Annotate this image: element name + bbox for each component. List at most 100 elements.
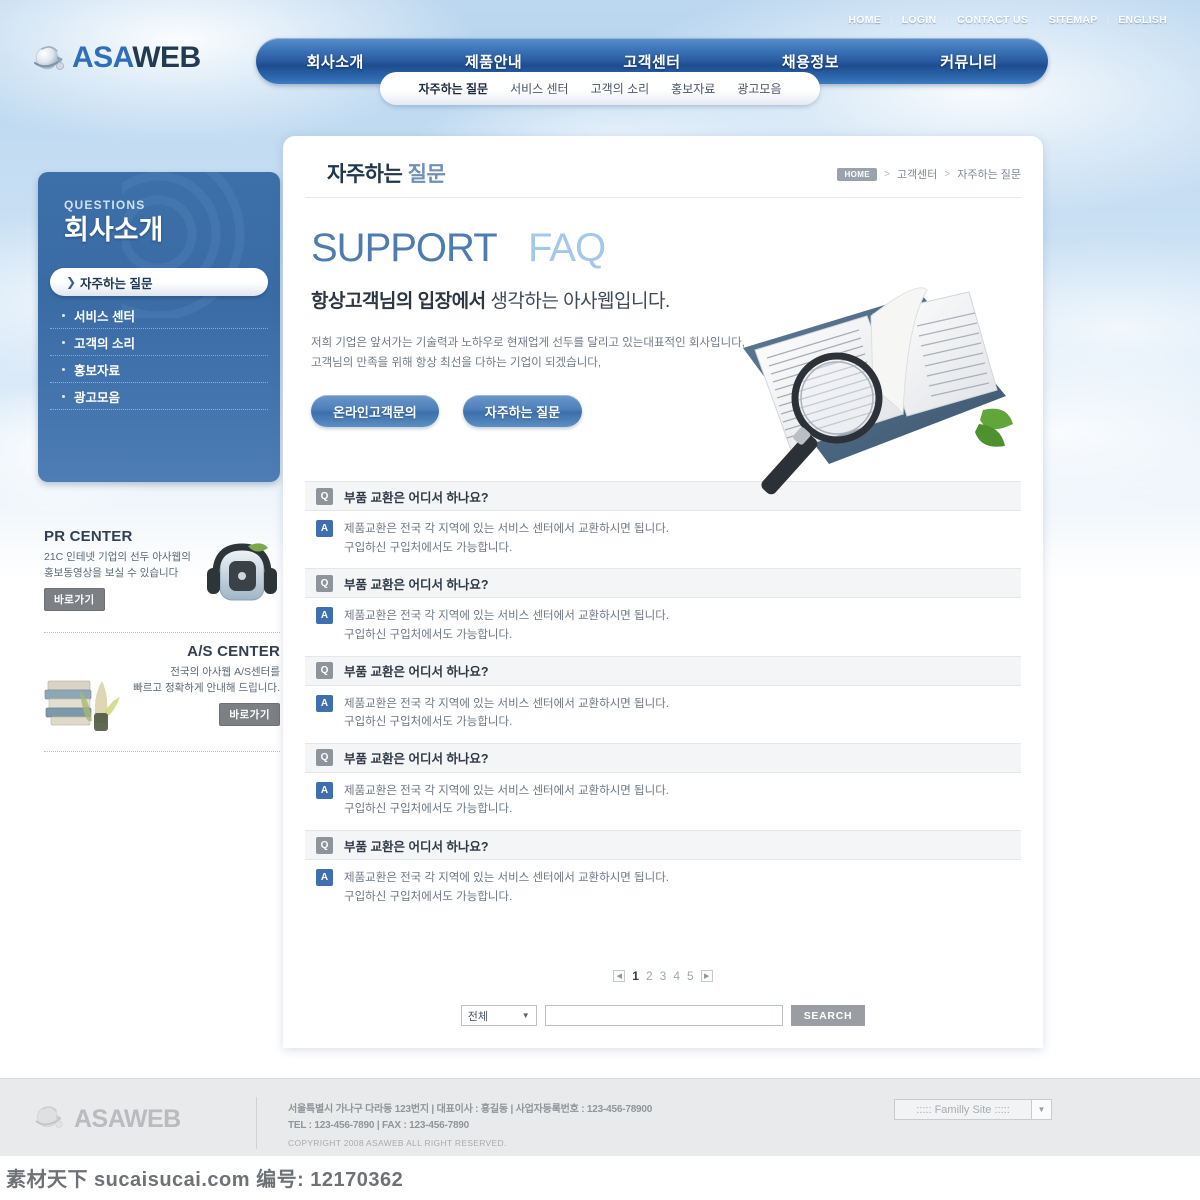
sidebar-item-pr-materials[interactable]: 홍보자료 (50, 356, 268, 384)
search-button[interactable]: SEARCH (790, 1005, 866, 1027)
sub-navigation: 자주하는 질문 서비스 센터 고객의 소리 홍보자료 광고모음 (380, 72, 820, 105)
nav-item-company[interactable]: 회사소개 (256, 51, 414, 72)
side-banner-group: PR CENTER 21C 인테넷 기업의 선두 아사웹의 홍보동영상을 보실 … (44, 528, 280, 752)
banner-goto-button[interactable]: 바로가기 (44, 587, 105, 611)
banner-desc-line2: 홍보동영상을 보실 수 있습니다 (44, 566, 179, 579)
search-bar: 전체 ▼ SEARCH (283, 1005, 1043, 1027)
sidebar-item-service-center[interactable]: 서비스 센터 (50, 302, 268, 330)
online-inquiry-button[interactable]: 온라인고객문의 (311, 395, 439, 428)
banner-pr-center[interactable]: PR CENTER 21C 인테넷 기업의 선두 아사웹의 홍보동영상을 보실 … (44, 528, 280, 624)
sidebar-item-label: 광고모음 (74, 390, 121, 405)
faq-answer-line2: 구입하신 구입처에서도 가능합니다. (344, 541, 513, 554)
chevron-down-icon: ▼ (521, 1011, 530, 1021)
utility-link-contact-us[interactable]: CONTACT US (948, 14, 1037, 26)
faq-answer-line1: 제품교환은 전국 각 지역에 있는 서비스 센터에서 교환하시면 됩니다. (344, 610, 669, 623)
utility-link-sitemap[interactable]: SITEMAP (1040, 14, 1107, 26)
faq-answer-row: A 제품교환은 전국 각 지역에 있는 서비스 센터에서 교환하시면 됩니다. … (305, 511, 1021, 568)
search-category-value: 전체 (467, 1010, 488, 1023)
hero-headline: SUPPORT FAQ (311, 228, 1043, 268)
footer-logo[interactable]: ASAWEB (32, 1099, 181, 1139)
nav-item-recruit[interactable]: 채용정보 (731, 51, 889, 72)
answer-badge: A (316, 869, 333, 886)
subnav-item-pr-materials[interactable]: 홍보자료 (671, 80, 715, 97)
bullet-icon (62, 395, 65, 399)
answer-badge: A (316, 694, 333, 712)
family-site-label: ::::: Familly Site ::::: (916, 1103, 1010, 1116)
main-content-panel: 자주하는 질문 HOME > 고객센터 > 자주하는 질문 SUPPORT FA… (283, 136, 1043, 1048)
nav-item-community[interactable]: 커뮤니티 (890, 51, 1048, 72)
books-plant-icon (44, 680, 120, 731)
footer-logo-text-asa: ASA (74, 1104, 124, 1133)
faq-button[interactable]: 자주하는 질문 (462, 395, 583, 428)
open-book-magnifier-icon (743, 287, 1013, 495)
breadcrumb-home[interactable]: HOME (837, 167, 878, 181)
pagination-page-3[interactable]: 3 (660, 969, 667, 983)
family-site-select[interactable]: ::::: Familly Site ::::: ▼ (894, 1099, 1052, 1120)
site-footer: ASAWEB 서울특별시 가나구 다라동 123번지 | 대표이사 : 홍길동 … (0, 1078, 1200, 1156)
sidebar-item-label: 고객의 소리 (74, 336, 135, 351)
faq-answer-text: 제품교환은 전국 각 지역에 있는 서비스 센터에서 교환하시면 됩니다. 구입… (344, 607, 669, 644)
utility-link-home[interactable]: HOME (839, 14, 890, 26)
bullet-icon (62, 341, 65, 345)
breadcrumb-item-2: 자주하는 질문 (957, 169, 1021, 181)
faq-question-text: 부품 교환은 어디서 하나요? (344, 665, 489, 679)
subnav-item-faq[interactable]: 자주하는 질문 (418, 80, 488, 97)
answer-badge: A (316, 520, 333, 537)
page-title-bold: 자주하는 (327, 163, 403, 186)
pagination-prev-icon[interactable]: ◀ (613, 970, 626, 983)
pagination-next-icon[interactable]: ▶ (700, 970, 713, 983)
faq-question-row[interactable]: Q 부품 교환은 어디서 하나요? (305, 742, 1021, 773)
site-logo[interactable]: ASAWEB (30, 38, 201, 78)
question-badge: Q (316, 749, 333, 767)
breadcrumb: HOME > 고객센터 > 자주하는 질문 (837, 166, 1021, 182)
utility-nav: HOME | LOGIN | CONTACT US | SITEMAP | EN… (839, 14, 1176, 26)
sidebar-item-customer-voice[interactable]: 고객의 소리 (50, 329, 268, 357)
subnav-item-service-center[interactable]: 서비스 센터 (510, 80, 569, 97)
sidebar-item-ads[interactable]: 광고모음 (50, 383, 268, 411)
footer-logo-wordmark: ASAWEB (74, 1104, 181, 1133)
footer-company-info: 서울특별시 가나구 다라동 123번지 | 대표이사 : 홍길동 | 사업자등록… (288, 1100, 652, 1148)
logo-wordmark: ASAWEB (72, 43, 201, 73)
pagination-page-4[interactable]: 4 (673, 969, 680, 983)
footer-contact: TEL : 123-456-7890 | FAX : 123-456-7890 (288, 1120, 470, 1131)
utility-link-english[interactable]: ENGLISH (1109, 14, 1176, 26)
sidebar-item-faq[interactable]: ❯ 자주하는 질문 (50, 268, 268, 297)
utility-link-login[interactable]: LOGIN (893, 14, 946, 26)
faq-question-text: 부품 교환은 어디서 하나요? (344, 577, 489, 592)
bullet-icon (62, 314, 65, 318)
pagination-page-5[interactable]: 5 (687, 969, 694, 983)
faq-question-row[interactable]: Q 부품 교환은 어디서 하나요? (305, 830, 1021, 860)
faq-answer-line2: 구입하신 구입처에서도 가능합니다. (344, 803, 513, 816)
banner-as-center[interactable]: A/S CENTER 전국의 아사웹 A/S센터를 빠르고 정확하게 안내해 드… (44, 643, 280, 739)
hero-headline-faq: FAQ (528, 226, 606, 270)
faq-answer-line2: 구입하신 구입처에서도 가능합니다. (344, 628, 513, 641)
breadcrumb-item-1[interactable]: 고객센터 (897, 166, 937, 182)
globe-arrow-icon (32, 1099, 72, 1139)
subnav-item-ads[interactable]: 광고모음 (737, 80, 781, 97)
banner-goto-button[interactable]: 바로가기 (219, 702, 280, 726)
search-category-select[interactable]: 전체 ▼ (460, 1005, 537, 1027)
hero-headline-support: SUPPORT (311, 226, 497, 270)
chevron-down-icon[interactable]: ▼ (1031, 1100, 1051, 1119)
faq-answer-text: 제품교환은 전국 각 지역에 있는 서비스 센터에서 교환하시면 됩니다. 구입… (344, 782, 669, 819)
banner-bottom-divider (44, 751, 280, 752)
faq-answer-line1: 제품교환은 전국 각 지역에 있는 서비스 센터에서 교환하시면 됩니다. (344, 784, 669, 797)
banner-desc-line1: 전국의 아사웹 A/S센터를 (170, 666, 280, 678)
lnb-header: QUESTIONS 회사소개 (38, 172, 280, 246)
faq-question-row[interactable]: Q 부품 교환은 어디서 하나요? (305, 655, 1021, 686)
search-input[interactable] (544, 1005, 783, 1027)
nav-item-products[interactable]: 제품안내 (414, 51, 572, 72)
nav-item-customer-center[interactable]: 고객센터 (573, 51, 731, 72)
answer-badge: A (316, 607, 333, 625)
left-navigation-panel: QUESTIONS 회사소개 ❯ 자주하는 질문 서비스 센터 고객의 소리 홍… (38, 172, 280, 482)
faq-question-row[interactable]: Q 부품 교환은 어디서 하나요? (305, 568, 1021, 599)
faq-answer-row: A 제품교환은 전국 각 지역에 있는 서비스 센터에서 교환하시면 됩니다. … (305, 860, 1021, 917)
page-root: HOME | LOGIN | CONTACT US | SITEMAP | EN… (0, 0, 1200, 1200)
faq-answer-line1: 제품교환은 전국 각 지역에 있는 서비스 센터에서 교환하시면 됩니다. (344, 872, 669, 884)
pagination: ◀ 1 2 3 4 5 ▶ (283, 969, 1043, 983)
pagination-page-2[interactable]: 2 (646, 969, 653, 983)
hero-body-line1: 저희 기업은 앞서가는 기술력과 노하우로 현재업게 선두를 달리고 있는대표적… (311, 337, 745, 349)
subnav-item-customer-voice[interactable]: 고객의 소리 (591, 80, 650, 97)
pagination-page-1[interactable]: 1 (632, 969, 639, 983)
lnb-eyebrow: QUESTIONS (64, 198, 146, 212)
